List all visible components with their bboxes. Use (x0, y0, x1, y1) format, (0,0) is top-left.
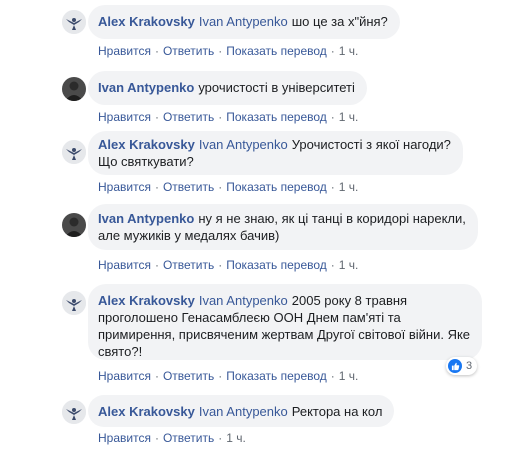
comment-mention[interactable]: Ivan Antypenko (199, 137, 288, 152)
comment-mention[interactable]: Ivan Antypenko (199, 14, 288, 29)
comment-actions: Нравится · Ответить · Показать перевод · 1 ч. (98, 369, 358, 383)
comment-mention[interactable]: Ivan Antypenko (199, 293, 288, 308)
separator: · (218, 431, 223, 445)
separator: · (330, 44, 335, 58)
comment-bubble: Alex Krakovsky Ivan Antypenko 2005 року 8 … (88, 284, 483, 360)
separator: · (154, 180, 159, 194)
like-link[interactable]: Нравится (98, 180, 151, 194)
like-icon (448, 359, 462, 373)
reply-link[interactable]: Ответить (163, 110, 214, 124)
comment-actions: Нравится · Ответить · Показать перевод · 1 ч. (98, 180, 358, 194)
comment-bubble: Alex Krakovsky Ivan Antypenko Урочистості … (88, 131, 463, 175)
eagle-avatar-icon (62, 400, 86, 424)
comment-text-line: свято?! (98, 344, 143, 359)
comment-time[interactable]: 1 ч. (339, 180, 359, 194)
comment-time[interactable]: 1 ч. (339, 44, 359, 58)
comment-time[interactable]: 1 ч. (339, 258, 359, 272)
comment-time[interactable]: 1 ч. (339, 110, 359, 124)
comment-text-line: примирення, присвяченим жертвам Другої с… (98, 327, 471, 342)
like-link[interactable]: Нравится (98, 258, 151, 272)
separator: · (218, 258, 223, 272)
comment-mention[interactable]: Ivan Antypenko (199, 404, 288, 419)
comment-text: Ректора на кол (291, 404, 383, 419)
comment-text-line: проголошено Генасамблеєю ООН Днем пам'ят… (98, 310, 401, 325)
separator: · (154, 44, 159, 58)
translate-link[interactable]: Показать перевод (226, 44, 327, 58)
comment-author[interactable]: Alex Krakovsky (98, 293, 195, 308)
comment-time[interactable]: 1 ч. (339, 369, 359, 383)
separator: · (330, 369, 335, 383)
comment-text: урочистості в університеті (198, 80, 355, 95)
reply-link[interactable]: Ответить (163, 431, 214, 445)
comment-actions: Нравится · Ответить · 1 ч. (98, 431, 246, 445)
separator: · (330, 110, 335, 124)
separator: · (218, 369, 223, 383)
avatar[interactable] (62, 10, 86, 34)
comment-author[interactable]: Ivan Antypenko (98, 211, 194, 226)
separator: · (330, 180, 335, 194)
avatar[interactable] (62, 140, 86, 164)
comment-actions: Нравится · Ответить · Показать перевод · 1 ч. (98, 44, 358, 58)
person-avatar-icon (62, 213, 86, 237)
comment-text-line: Що святкувати? (98, 154, 194, 169)
reply-link[interactable]: Ответить (163, 180, 214, 194)
translate-link[interactable]: Показать перевод (226, 180, 327, 194)
comment-author[interactable]: Alex Krakovsky (98, 137, 195, 152)
avatar[interactable] (62, 213, 86, 237)
comment-text: ну я не знаю, як ці танці в коридорі нар… (198, 211, 466, 226)
separator: · (330, 258, 335, 272)
person-avatar-icon (62, 77, 86, 101)
separator: · (154, 258, 159, 272)
comment-bubble: Ivan Antypenko урочистості в університеті (88, 71, 367, 105)
comment-text: шо це за х"йня? (291, 14, 388, 29)
comment-text-line: але мужиків у медалях бачив) (98, 228, 280, 243)
translate-link[interactable]: Показать перевод (226, 110, 327, 124)
separator: · (154, 369, 159, 383)
like-link[interactable]: Нравится (98, 431, 151, 445)
comment-actions: Нравится · Ответить · Показать перевод · 1 ч. (98, 110, 358, 124)
avatar[interactable] (62, 400, 86, 424)
avatar[interactable] (62, 77, 86, 101)
like-link[interactable]: Нравится (98, 369, 151, 383)
comment-text: Урочистості з якої нагоди? (291, 137, 451, 152)
comment-bubble: Alex Krakovsky Ivan Antypenko шо це за х"й… (88, 5, 400, 39)
reaction-badge[interactable]: 3 (446, 357, 478, 375)
translate-link[interactable]: Показать перевод (226, 258, 327, 272)
comment-author[interactable]: Alex Krakovsky (98, 14, 195, 29)
separator: · (218, 44, 223, 58)
eagle-avatar-icon (62, 10, 86, 34)
comment-bubble: Ivan Antypenko ну я не знаю, як ці танці … (88, 204, 478, 250)
eagle-avatar-icon (62, 140, 86, 164)
comment-author[interactable]: Ivan Antypenko (98, 80, 194, 95)
reply-link[interactable]: Ответить (163, 44, 214, 58)
separator: · (218, 110, 223, 124)
like-link[interactable]: Нравится (98, 110, 151, 124)
comment-text: 2005 року 8 травня (291, 293, 408, 308)
translate-link[interactable]: Показать перевод (226, 369, 327, 383)
separator: · (154, 431, 159, 445)
reply-link[interactable]: Ответить (163, 369, 214, 383)
thumbs-up-icon (451, 362, 459, 370)
avatar[interactable] (62, 291, 86, 315)
comment-time[interactable]: 1 ч. (226, 431, 246, 445)
comment-author[interactable]: Alex Krakovsky (98, 404, 195, 419)
eagle-avatar-icon (62, 291, 86, 315)
reply-link[interactable]: Ответить (163, 258, 214, 272)
separator: · (154, 110, 159, 124)
separator: · (218, 180, 223, 194)
like-link[interactable]: Нравится (98, 44, 151, 58)
comment-actions: Нравится · Ответить · Показать перевод · 1 ч. (98, 258, 358, 272)
reaction-count: 3 (466, 360, 473, 372)
comment-bubble: Alex Krakovsky Ivan Antypenko Ректора на к… (88, 395, 395, 427)
